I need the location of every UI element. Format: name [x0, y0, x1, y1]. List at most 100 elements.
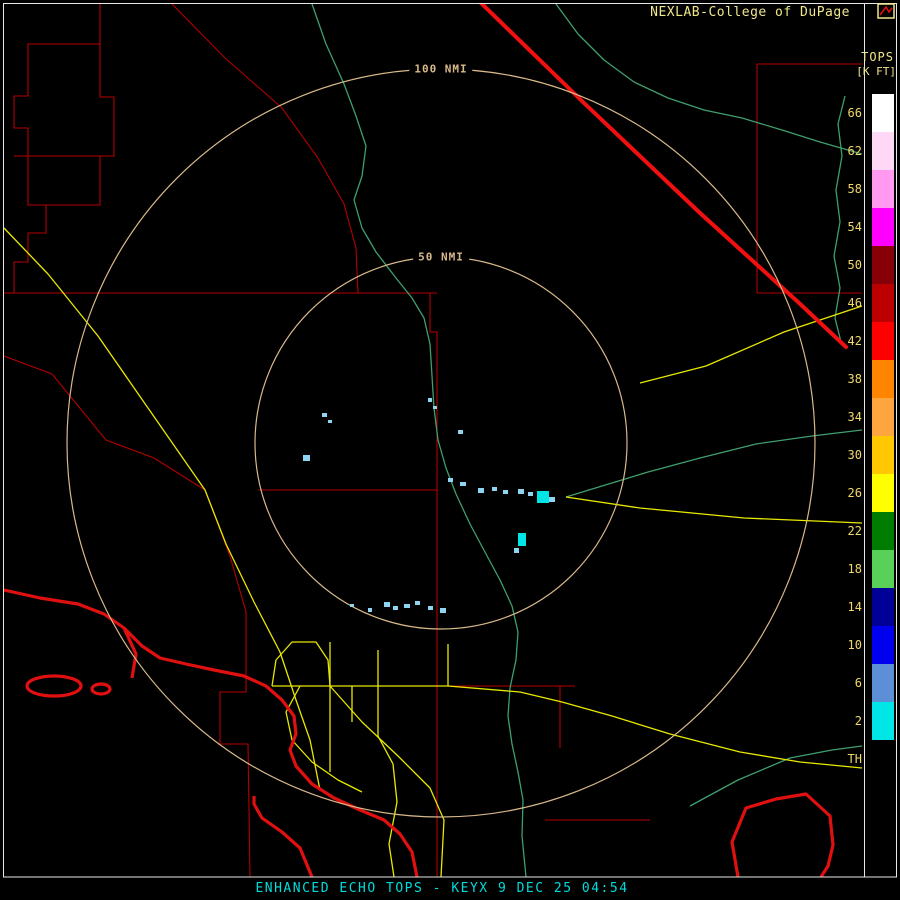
legend-entry: 38: [836, 360, 896, 398]
state-border-line: [481, 3, 846, 347]
legend-color-swatch: [872, 588, 894, 626]
radar-echo: [428, 398, 432, 402]
legend-entry: 22: [836, 512, 896, 550]
radar-echo: [303, 455, 310, 461]
radar-echo: [350, 604, 354, 607]
legend-color-swatch: [872, 284, 894, 322]
radar-echo: [537, 491, 549, 503]
legend-value-label: 50: [836, 258, 862, 272]
cod-logo-icon: [877, 3, 895, 19]
legend-title: TOPS: [861, 50, 894, 64]
legend-color-swatch: [872, 94, 894, 132]
radar-echo: [433, 406, 437, 409]
legend-value-label: 66: [836, 106, 862, 120]
radar-echo: [518, 533, 526, 546]
radar-echo: [492, 487, 497, 491]
legend-color-swatch: [872, 170, 894, 208]
legend-entry: 2: [836, 702, 896, 740]
range-ring: [67, 69, 815, 817]
radar-echo: [514, 548, 519, 553]
legend-value-label: 22: [836, 524, 862, 538]
radar-product-screen: NEXLAB-College of DuPage 50 NMI 100 NMI …: [0, 0, 900, 900]
legend-entry: 50: [836, 246, 896, 284]
legend-entry: 34: [836, 398, 896, 436]
radar-echo: [404, 604, 410, 608]
legend-color-swatch: [872, 132, 894, 170]
radar-echo: [478, 488, 484, 493]
legend-color-scale: 66625854504642383430262218141062TH: [836, 94, 896, 778]
legend-units: [K FT]: [856, 65, 896, 78]
legend-value-label: 10: [836, 638, 862, 652]
legend-value-label: 54: [836, 220, 862, 234]
radar-echo: [322, 413, 327, 417]
legend-color-swatch: [872, 398, 894, 436]
radar-echo: [458, 430, 463, 434]
legend-entry: 54: [836, 208, 896, 246]
legend-entry: 26: [836, 474, 896, 512]
radar-echo: [384, 602, 390, 607]
legend-value-label: 58: [836, 182, 862, 196]
legend-value-label: 30: [836, 448, 862, 462]
legend-value-label: 34: [836, 410, 862, 424]
road-lines: [4, 228, 862, 877]
legend-color-swatch: [872, 702, 894, 740]
radar-map: [0, 0, 900, 900]
range-ring: [255, 257, 627, 629]
legend-value-label: 46: [836, 296, 862, 310]
product-caption: ENHANCED ECHO TOPS - KEYX 9 DEC 25 04:54: [0, 881, 884, 896]
legend-entry: 30: [836, 436, 896, 474]
site-title: NEXLAB-College of DuPage: [650, 5, 850, 20]
legend-entry: 6: [836, 664, 896, 702]
legend-entry: 42: [836, 322, 896, 360]
legend-color-swatch: [872, 246, 894, 284]
radar-echo: [503, 490, 508, 494]
legend-value-label: 6: [836, 676, 862, 690]
radar-echo: [328, 420, 332, 423]
radar-echo: [549, 497, 555, 502]
legend-color-swatch: [872, 740, 894, 778]
legend-color-swatch: [872, 512, 894, 550]
legend-entry: 10: [836, 626, 896, 664]
legend-entry: 62: [836, 132, 896, 170]
legend-color-swatch: [872, 474, 894, 512]
legend-entry: 14: [836, 588, 896, 626]
range-rings: [67, 69, 815, 817]
radar-echoes: [303, 398, 555, 613]
range-ring-label-50: 50 NMI: [413, 251, 469, 264]
river-lines: [312, 4, 862, 877]
legend-color-swatch: [872, 360, 894, 398]
legend-value-label: 42: [836, 334, 862, 348]
county-lines: [4, 4, 862, 877]
radar-echo: [428, 606, 433, 610]
legend-value-label: 38: [836, 372, 862, 386]
range-ring-label-100: 100 NMI: [409, 63, 472, 76]
legend-value-label: TH: [836, 752, 862, 766]
legend-color-swatch: [872, 322, 894, 360]
radar-echo: [528, 492, 533, 496]
radar-echo: [518, 489, 524, 494]
legend-color-swatch: [872, 208, 894, 246]
legend-value-label: 14: [836, 600, 862, 614]
map-frame: [4, 4, 897, 878]
radar-echo: [368, 608, 372, 612]
legend-entry: 18: [836, 550, 896, 588]
site-header: NEXLAB-College of DuPage: [650, 5, 850, 20]
legend-color-swatch: [872, 626, 894, 664]
thick-red-boundaries: [4, 590, 833, 877]
legend-color-swatch: [872, 436, 894, 474]
legend-value-label: 26: [836, 486, 862, 500]
legend-value-label: 62: [836, 144, 862, 158]
radar-echo: [415, 601, 420, 605]
legend-entry: TH: [836, 740, 896, 778]
legend-entry: 66: [836, 94, 896, 132]
legend-value-label: 2: [836, 714, 862, 728]
radar-echo: [393, 606, 398, 610]
radar-echo: [440, 608, 446, 613]
legend-value-label: 18: [836, 562, 862, 576]
radar-echo: [448, 478, 453, 482]
radar-echo: [460, 482, 466, 486]
legend-entry: 58: [836, 170, 896, 208]
legend-color-swatch: [872, 664, 894, 702]
legend-color-swatch: [872, 550, 894, 588]
legend-entry: 46: [836, 284, 896, 322]
